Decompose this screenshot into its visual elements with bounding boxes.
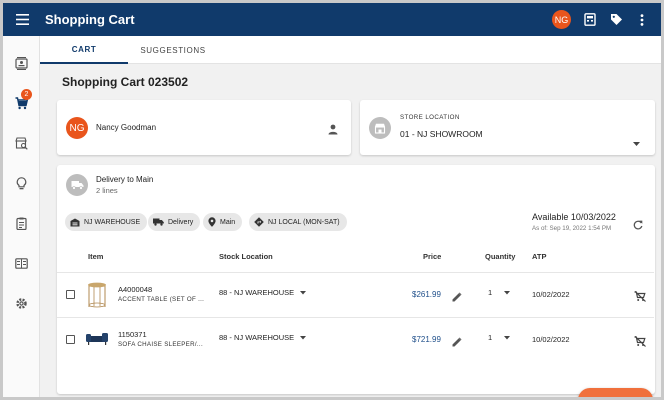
row-price: $721.99 [412, 335, 441, 344]
row-sku: 1150371 [118, 330, 147, 339]
row-price: $261.99 [412, 290, 441, 299]
customer-name: Nancy Goodman [96, 123, 157, 132]
truck-icon [66, 174, 88, 196]
store-icon [369, 117, 391, 139]
customer-card-icon[interactable] [13, 55, 29, 71]
row-quantity-select[interactable]: 1 [488, 288, 511, 297]
sidebar: 2 [3, 36, 40, 397]
remove-from-cart-icon[interactable] [634, 289, 646, 307]
chip-route[interactable]: NJ LOCAL (MON-SAT) [249, 213, 347, 231]
store-location-card[interactable]: STORE LOCATION 01 - NJ SHOWROOM [360, 100, 655, 155]
delivery-truck-icon [153, 218, 164, 226]
chip-address[interactable]: Main [203, 213, 243, 231]
row-select-checkbox[interactable] [66, 335, 75, 344]
chip-address-label: Main [220, 218, 236, 226]
dropdown-arrow-icon [504, 336, 511, 340]
register-icon[interactable] [583, 13, 597, 27]
settings-gear-icon[interactable] [13, 295, 29, 311]
row-atp: 10/02/2022 [532, 335, 570, 344]
table-row: 1150371 SOFA CHAISE SLEEPER/... 88 - NJ … [57, 318, 654, 362]
person-icon[interactable] [328, 122, 338, 140]
delivery-title: Delivery to Main [96, 175, 154, 184]
row-description: ACCENT TABLE (SET OF ... [118, 296, 205, 303]
delivery-lines-count: 2 lines [96, 186, 118, 195]
row-stock-location-select[interactable]: 88 - NJ WAREHOUSE [219, 288, 307, 297]
shopping-cart-icon[interactable]: 2 [13, 89, 32, 111]
app-frame: Shopping Cart NG 2 CART SUGGESTIONS Shop… [0, 0, 664, 400]
remove-from-cart-icon[interactable] [634, 334, 646, 352]
customer-card[interactable]: NG Nancy Goodman [57, 100, 351, 155]
lightbulb-icon[interactable] [13, 175, 29, 191]
chip-warehouse[interactable]: NJ WAREHOUSE [65, 213, 148, 231]
row-quantity-select[interactable]: 1 [488, 333, 511, 342]
edit-price-icon[interactable] [452, 334, 462, 352]
chip-warehouse-label: NJ WAREHOUSE [84, 218, 141, 226]
tag-icon[interactable] [609, 13, 623, 27]
directions-icon [254, 217, 264, 227]
dropdown-arrow-icon [300, 291, 307, 295]
user-avatar[interactable]: NG [552, 10, 571, 29]
more-vert-icon[interactable] [635, 13, 649, 27]
dropdown-arrow-icon [300, 336, 307, 340]
menu-icon[interactable] [5, 3, 39, 36]
availability-as-of: As of: Sep 19, 2022 1:54 PM [532, 225, 612, 232]
tab-cart[interactable]: CART [40, 36, 128, 64]
row-quantity: 1 [488, 333, 493, 342]
customer-avatar: NG [66, 117, 88, 139]
column-header-atp: ATP [532, 252, 547, 261]
top-app-bar: Shopping Cart NG [3, 3, 661, 36]
column-header-quantity: Quantity [485, 252, 516, 261]
store-search-icon[interactable] [13, 135, 29, 151]
cart-count-badge: 2 [21, 89, 32, 100]
id-card-icon[interactable] [13, 255, 29, 271]
delivery-group-card: Delivery to Main 2 lines NJ WAREHOUSE De… [57, 165, 655, 394]
page-title: Shopping Cart 023502 [62, 75, 189, 89]
tab-suggestions[interactable]: SUGGESTIONS [128, 36, 218, 64]
edit-price-icon[interactable] [452, 289, 462, 307]
clipboard-icon[interactable] [13, 215, 29, 231]
row-select-checkbox[interactable] [66, 290, 75, 299]
warehouse-icon [70, 218, 80, 226]
row-quantity: 1 [488, 288, 493, 297]
refresh-icon[interactable] [633, 217, 643, 235]
row-stock-location: 88 - NJ WAREHOUSE [219, 288, 295, 297]
product-thumbnail [85, 331, 109, 349]
row-sku: A4000048 [118, 285, 153, 294]
row-description: SOFA CHAISE SLEEPER/... [118, 341, 203, 348]
chip-delivery-label: Delivery [168, 218, 194, 226]
store-location-value[interactable]: 01 - NJ SHOWROOM [400, 129, 483, 139]
location-pin-icon [208, 217, 216, 227]
column-header-item: Item [88, 252, 104, 261]
product-thumbnail [85, 281, 109, 309]
row-atp: 10/02/2022 [532, 290, 570, 299]
chip-route-label: NJ LOCAL (MON-SAT) [268, 218, 340, 226]
main-content: CART SUGGESTIONS Shopping Cart 023502 NG… [40, 36, 661, 397]
dropdown-arrow-icon [504, 291, 511, 295]
store-dropdown-arrow-icon[interactable] [633, 133, 640, 151]
available-date: Available 10/03/2022 [532, 212, 616, 222]
column-header-stock-location: Stock Location [219, 252, 273, 261]
store-location-label: STORE LOCATION [400, 114, 460, 121]
row-stock-location: 88 - NJ WAREHOUSE [219, 333, 295, 342]
table-row: A4000048 ACCENT TABLE (SET OF ... 88 - N… [57, 273, 654, 317]
column-header-price: Price [423, 252, 442, 261]
checkout-fab-button[interactable] [578, 388, 653, 397]
row-stock-location-select[interactable]: 88 - NJ WAREHOUSE [219, 333, 307, 342]
chip-delivery-method[interactable]: Delivery [148, 213, 201, 231]
app-title: Shopping Cart [45, 12, 135, 27]
tab-bar: CART SUGGESTIONS [40, 36, 661, 64]
